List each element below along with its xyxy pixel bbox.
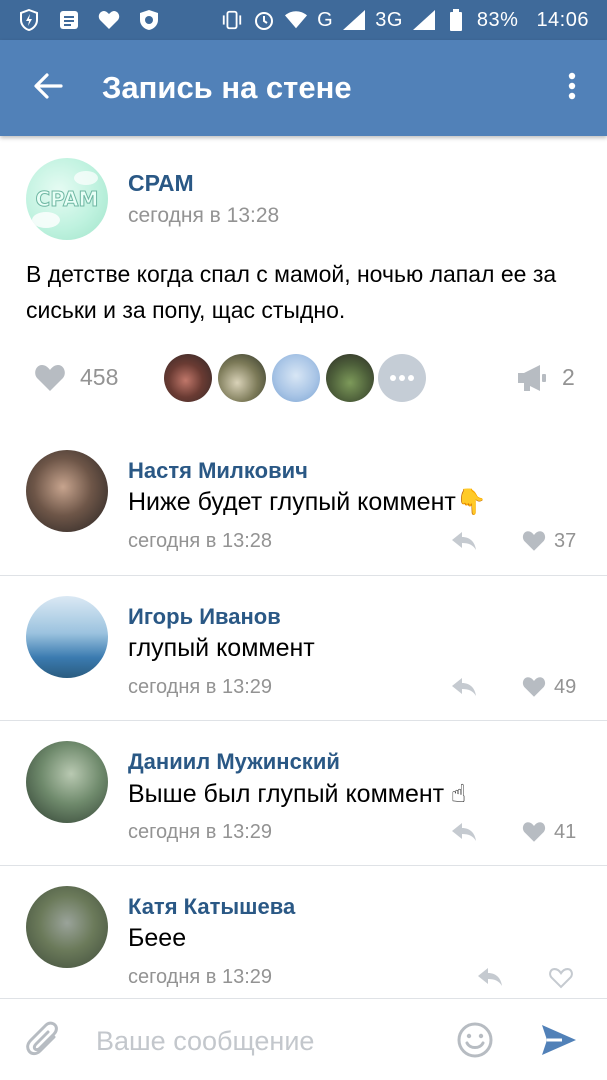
- svg-text:CPAM: CPAM: [36, 187, 99, 211]
- vibrate-icon: [221, 9, 243, 31]
- emoji-button[interactable]: [456, 1021, 494, 1064]
- comment-author-link[interactable]: Настя Милкович: [128, 458, 308, 484]
- network-type-label: G: [317, 8, 334, 31]
- message-composer: [0, 998, 607, 1080]
- liker-avatar[interactable]: [326, 354, 374, 402]
- megaphone-icon: [518, 365, 546, 391]
- comment-like-button[interactable]: [522, 821, 546, 848]
- reply-button[interactable]: [450, 530, 478, 557]
- post-text: В детстве когда спал с мамой, ночью лапа…: [26, 261, 557, 323]
- avatar[interactable]: [26, 741, 108, 823]
- send-button[interactable]: [540, 1023, 578, 1062]
- comment-timestamp: сегодня в 13:29: [128, 821, 272, 843]
- liker-avatar[interactable]: [272, 354, 320, 402]
- comment-item: Настя Милкович Ниже будет глупый коммент…: [0, 430, 607, 575]
- share-button[interactable]: [516, 364, 548, 397]
- comment-item: Даниил Мужинский Выше был глупый коммент…: [0, 721, 607, 866]
- signal-2-icon: [412, 9, 435, 31]
- page-title: Запись на стене: [102, 70, 352, 105]
- comment-like-button[interactable]: [522, 676, 546, 703]
- like-count: 458: [80, 364, 119, 390]
- comment-like-count: 49: [554, 676, 577, 698]
- signal-icon: [343, 9, 366, 31]
- more-horizontal-icon: [390, 375, 414, 381]
- comment-timestamp: сегодня в 13:29: [128, 966, 272, 988]
- arrow-left-icon: [33, 72, 63, 104]
- app-toolbar: Запись на стене: [0, 40, 607, 136]
- battery-level: 83%: [476, 8, 519, 31]
- comment-item: Катя Катышева Бeee сегодня в 13:29: [0, 866, 607, 1011]
- comment-like-button[interactable]: [548, 966, 574, 995]
- reply-icon: [478, 968, 502, 986]
- post-actions: 458 2: [0, 348, 607, 408]
- wifi-icon: [285, 9, 308, 31]
- alarm-icon: [253, 9, 275, 31]
- notes-icon: [58, 9, 80, 31]
- comment-like-count: 41: [554, 821, 577, 843]
- heart-icon: [549, 968, 573, 989]
- comment-text: Бeee: [128, 924, 187, 952]
- paperclip-icon: [26, 1021, 58, 1056]
- attach-button[interactable]: [26, 1021, 62, 1066]
- like-button[interactable]: [34, 364, 66, 397]
- comment-timestamp: сегодня в 13:29: [128, 676, 272, 698]
- avatar[interactable]: [26, 596, 108, 678]
- more-vertical-icon: [568, 72, 576, 105]
- comment-author-link[interactable]: Катя Катышева: [128, 894, 295, 920]
- heart-icon: [35, 365, 65, 391]
- liker-avatar[interactable]: [164, 354, 212, 402]
- liker-avatar[interactable]: [218, 354, 266, 402]
- reply-icon: [452, 532, 476, 550]
- reply-button[interactable]: [450, 676, 478, 703]
- back-button[interactable]: [0, 40, 96, 136]
- group-logo-icon: CPAM: [32, 171, 99, 228]
- reply-button[interactable]: [450, 821, 478, 848]
- status-bar: G 3G 83% 14:06: [0, 0, 607, 40]
- avatar[interactable]: [26, 450, 108, 532]
- comment-text: Ниже будет глупый коммент👇: [128, 488, 487, 516]
- network-type-2-label: 3G: [375, 8, 403, 31]
- reply-icon: [452, 678, 476, 696]
- comment-like-count: 37: [554, 530, 577, 552]
- comment-text: Выше был глупый коммент ☝: [128, 780, 467, 808]
- avatar[interactable]: CPAM: [26, 158, 108, 240]
- comment-timestamp: сегодня в 13:28: [128, 530, 272, 552]
- comment-author-link[interactable]: Даниил Мужинский: [128, 749, 340, 775]
- avatar[interactable]: [26, 886, 108, 968]
- smiley-icon: [457, 1022, 493, 1058]
- reply-button[interactable]: [476, 966, 504, 993]
- reply-icon: [452, 823, 476, 841]
- send-icon: [542, 1025, 576, 1055]
- comment-text: глупый коммент: [128, 634, 315, 662]
- comment-author-link[interactable]: Игорь Иванов: [128, 604, 281, 630]
- post-author-link[interactable]: СРАМ: [128, 170, 194, 197]
- shield-app-icon: [138, 9, 160, 31]
- shield-bolt-icon: [18, 9, 40, 31]
- heart-icon: [522, 531, 546, 551]
- heart-icon: [98, 9, 120, 31]
- heart-icon: [522, 677, 546, 697]
- post-timestamp: сегодня в 13:28: [128, 204, 280, 227]
- battery-icon: [445, 9, 467, 31]
- share-count: 2: [562, 364, 575, 390]
- message-input[interactable]: [96, 1021, 426, 1061]
- clock: 14:06: [536, 8, 589, 31]
- more-likers-button[interactable]: [378, 354, 426, 402]
- comment-item: Игорь Иванов глупый коммент сегодня в 13…: [0, 576, 607, 721]
- more-options-button[interactable]: [537, 40, 607, 136]
- comment-like-button[interactable]: [522, 530, 546, 557]
- heart-icon: [522, 822, 546, 842]
